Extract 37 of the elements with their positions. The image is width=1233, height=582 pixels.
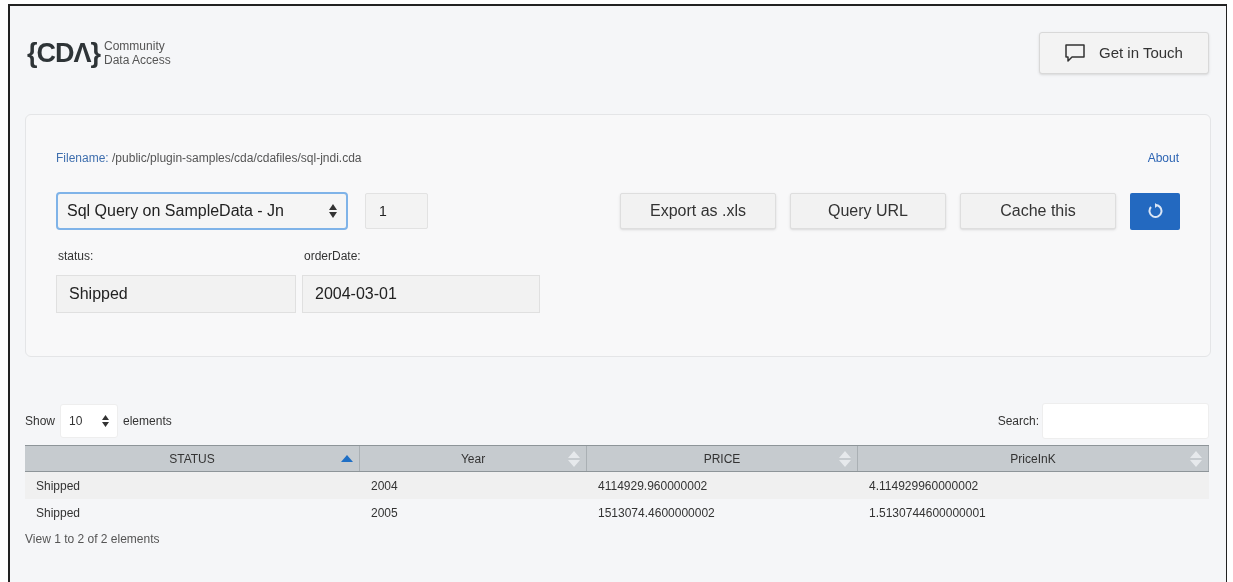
- table-cell-text: Shipped: [35, 504, 82, 522]
- logo-mark: {CDΛ}: [27, 39, 101, 67]
- parameter-label: orderDate:: [303, 248, 362, 265]
- query-select[interactable]: Sql Query on SampleData - Jn: [56, 192, 348, 230]
- filename-text: Filename: /public/plugin-samples/cda/cdafiles/sql-jndi.cda: [56, 150, 362, 167]
- refresh-button[interactable]: [1130, 192, 1180, 230]
- select-arrows-icon: [102, 415, 110, 427]
- table-cell-text: 2004: [370, 477, 399, 495]
- output-index-field[interactable]: 1: [365, 193, 428, 229]
- action-button[interactable]: Query URL: [790, 193, 946, 229]
- table-cell-text: 1513074.4600000002: [597, 504, 716, 522]
- table-cell-text: 2005: [370, 504, 399, 522]
- contact-button[interactable]: Get in Touch: [1039, 32, 1209, 74]
- select-arrows-icon: [329, 204, 337, 218]
- column-header[interactable]: STATUS: [25, 446, 360, 471]
- show-label: Show: [25, 413, 56, 430]
- table-info: View 1 to 2 of 2 elements: [25, 531, 161, 548]
- column-header[interactable]: PriceInK: [858, 446, 1209, 471]
- page-size-select[interactable]: 10: [60, 404, 119, 438]
- parameter-field[interactable]: Shipped: [56, 275, 296, 313]
- table-cell-text: 4114929.960000002: [597, 477, 709, 495]
- elements-label: elements: [123, 413, 172, 430]
- logo-text: Community: [104, 39, 166, 53]
- parameter-label: status:: [57, 248, 95, 265]
- action-button[interactable]: Cache this: [960, 193, 1116, 229]
- action-button[interactable]: Export as .xls: [620, 193, 776, 229]
- table-cell-text: 1.5130744600000001: [868, 504, 987, 522]
- refresh-icon: [1147, 203, 1163, 219]
- parameter-field[interactable]: 2004-03-01: [302, 275, 540, 313]
- table-cell-text: 4.114929960000002: [868, 477, 980, 495]
- logo-text: Data Access: [104, 53, 171, 67]
- search-label: Search:: [997, 413, 1039, 430]
- about-link[interactable]: About: [1147, 149, 1179, 167]
- table-cell-text: Shipped: [35, 477, 82, 495]
- column-header[interactable]: PRICE: [587, 446, 858, 471]
- column-header[interactable]: Year: [360, 446, 587, 471]
- chat-bubble-icon: [1065, 44, 1085, 62]
